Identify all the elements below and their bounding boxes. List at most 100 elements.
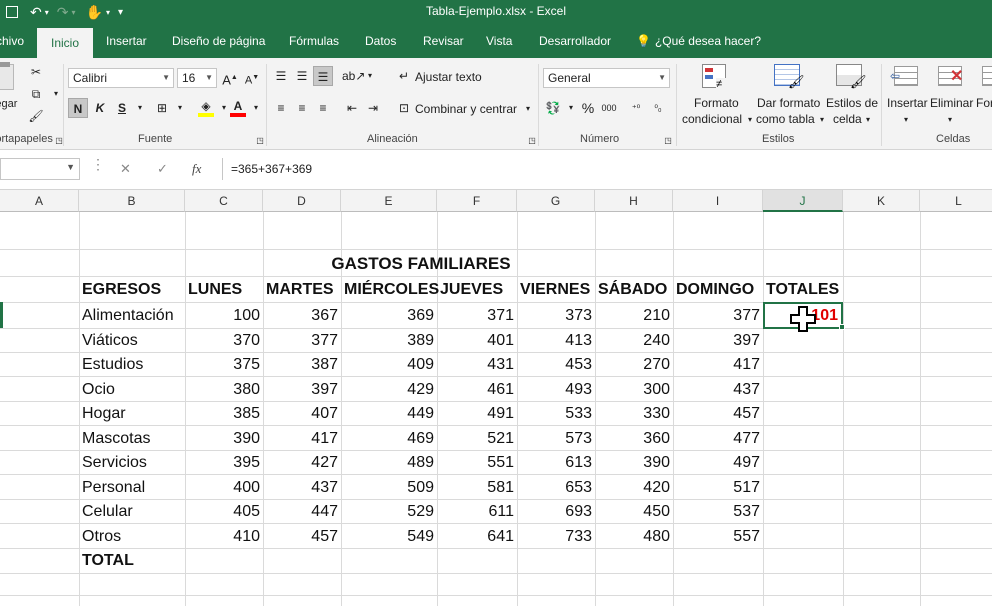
value-cell[interactable]: 330 [580,402,670,426]
header-miercoles[interactable]: MIÉRCOLES [344,278,439,302]
borders-dropdown-icon[interactable]: ▾ [170,98,190,118]
align-bottom-icon[interactable]: ☰ [313,66,333,86]
header-domingo[interactable]: DOMINGO [676,278,754,302]
tab-data[interactable]: Datos [365,24,396,58]
row-label[interactable]: Estudios [82,353,143,377]
value-cell[interactable]: 581 [424,476,514,500]
value-cell[interactable]: 397 [248,378,338,402]
value-cell[interactable]: 300 [580,378,670,402]
more-options-icon[interactable]: ⋮ [91,156,105,173]
insert-function-icon[interactable]: fx [192,161,201,177]
header-viernes[interactable]: VIERNES [520,278,590,302]
value-cell[interactable]: 370 [170,329,260,353]
value-cell[interactable]: 401 [424,329,514,353]
value-cell[interactable]: 480 [580,525,670,549]
fill-handle[interactable] [839,324,845,330]
tab-view[interactable]: Vista [486,24,512,58]
value-cell[interactable]: 453 [502,353,592,377]
column-header-b[interactable]: B [79,190,185,212]
value-cell[interactable]: 427 [248,451,338,475]
value-cell[interactable]: 367 [248,304,338,328]
row-label[interactable]: Celular [82,500,133,524]
name-box[interactable]: ▼ [0,158,80,180]
worksheet-grid[interactable]: A B C D E F G H I J K L GASTOS FAMILIARE… [0,190,992,606]
column-header-h[interactable]: H [595,190,673,212]
row-label[interactable]: Otros [82,525,121,549]
row-label[interactable]: Alimentación [82,304,174,328]
row-label[interactable]: Mascotas [82,427,150,451]
value-cell[interactable]: 457 [248,525,338,549]
cell-styles-dropdown-icon[interactable]: ▾ [858,110,878,130]
value-cell[interactable]: 400 [170,476,260,500]
value-cell[interactable]: 429 [344,378,434,402]
wrap-text-icon[interactable]: ↵ [394,66,414,86]
value-cell[interactable]: 409 [344,353,434,377]
value-cell[interactable]: 477 [670,427,760,451]
conditional-format-label-1[interactable]: Formato [694,96,739,110]
header-sabado[interactable]: SÁBADO [598,278,667,302]
column-header-d[interactable]: D [263,190,341,212]
value-cell[interactable]: 733 [502,525,592,549]
insert-cells-icon[interactable]: ⇦ [890,64,924,90]
value-cell[interactable]: 449 [344,402,434,426]
insert-cells-label[interactable]: Insertar [887,96,928,110]
align-top-icon[interactable]: ☰ [271,66,291,86]
value-cell[interactable]: 407 [248,402,338,426]
value-cell[interactable]: 497 [670,451,760,475]
value-cell[interactable]: 417 [670,353,760,377]
borders-icon[interactable]: ⊞ [152,98,172,118]
value-cell[interactable]: 641 [424,525,514,549]
formula-input[interactable]: =365+367+369 [222,158,992,180]
value-cell[interactable]: 461 [424,378,514,402]
header-lunes[interactable]: LUNES [188,278,242,302]
value-cell[interactable]: 385 [170,402,260,426]
bold-button[interactable]: N [68,98,88,118]
grow-font-button[interactable]: A▲ [220,68,240,88]
font-size-select[interactable]: 16 ▼ [177,68,217,88]
value-cell[interactable]: 100 [170,304,260,328]
align-middle-icon[interactable]: ☰ [292,66,312,86]
value-cell[interactable]: 437 [248,476,338,500]
value-cell[interactable]: 405 [170,500,260,524]
value-cell[interactable]: 360 [580,427,670,451]
value-cell[interactable]: 210 [580,304,670,328]
header-martes[interactable]: MARTES [266,278,334,302]
alignment-launcher-icon[interactable]: ◳ [522,131,542,151]
format-cells-label[interactable]: Formato [976,96,992,110]
merge-center-label[interactable]: Combinar y centrar [415,102,517,116]
format-cells-icon[interactable] [982,64,992,90]
value-cell[interactable]: 397 [670,329,760,353]
column-header-f[interactable]: F [437,190,517,212]
value-cell[interactable]: 693 [502,500,592,524]
tab-insert[interactable]: Insertar [106,24,147,58]
italic-button[interactable]: K [90,98,110,118]
column-header-j[interactable]: J [763,190,843,212]
number-launcher-icon[interactable]: ◳ [658,131,678,151]
enter-icon[interactable]: ✓ [157,161,168,177]
value-cell[interactable]: 413 [502,329,592,353]
format-as-table-label-1[interactable]: Dar formato [757,96,820,110]
value-cell[interactable]: 389 [344,329,434,353]
value-cell[interactable]: 447 [248,500,338,524]
shrink-font-button[interactable]: A▼ [242,68,262,88]
value-cell[interactable]: 240 [580,329,670,353]
value-cell[interactable]: 551 [424,451,514,475]
total-label[interactable]: TOTAL [82,549,134,573]
tab-formulas[interactable]: Fórmulas [289,24,339,58]
value-cell[interactable]: 533 [502,402,592,426]
fill-color-icon[interactable]: ◈ [196,96,216,117]
column-header-e[interactable]: E [341,190,437,212]
underline-dropdown-icon[interactable]: ▾ [130,98,150,118]
value-cell[interactable]: 377 [670,304,760,328]
value-cell[interactable]: 613 [502,451,592,475]
delete-dropdown-icon[interactable]: ▾ [940,110,960,130]
font-color-icon[interactable]: A [228,96,248,117]
clipboard-launcher-icon[interactable]: ◳ [49,131,69,151]
tab-home[interactable]: Inicio [37,28,94,58]
insert-dropdown-icon[interactable]: ▾ [896,110,916,130]
value-cell[interactable]: 410 [170,525,260,549]
decrease-decimal-icon[interactable]: ⁰₀ [648,98,668,118]
header-egresos[interactable]: EGRESOS [82,278,161,302]
header-totales[interactable]: TOTALES [766,278,839,302]
value-cell[interactable]: 549 [344,525,434,549]
